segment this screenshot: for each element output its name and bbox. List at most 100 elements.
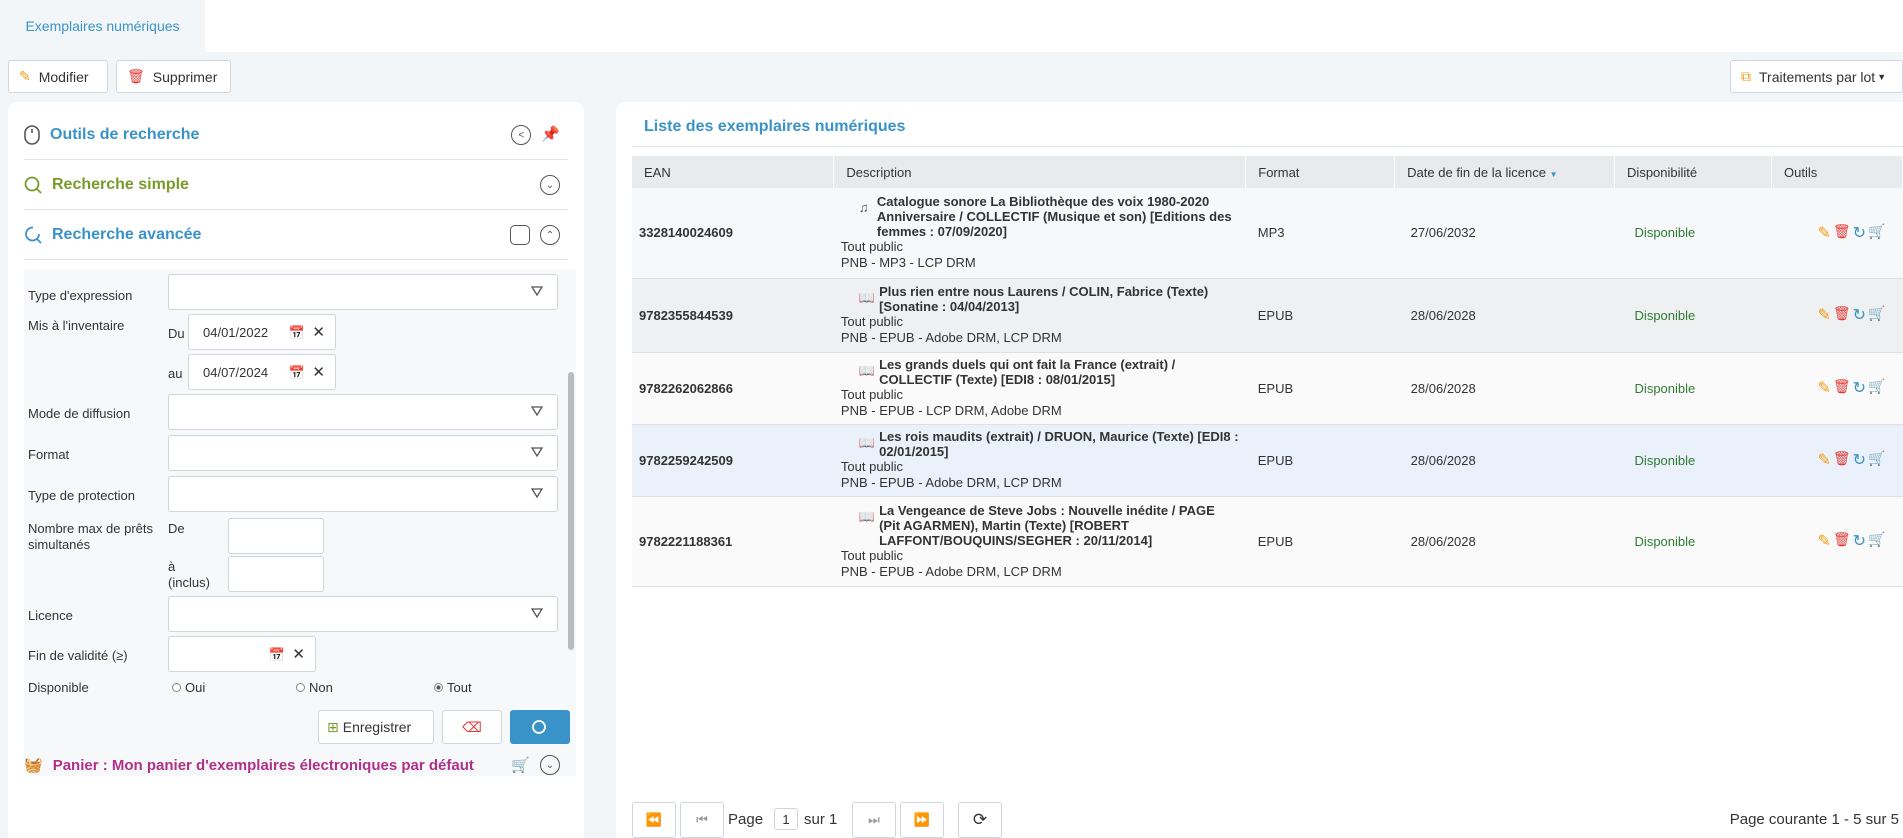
simple-search-header[interactable]: Recherche simple ⌄ [24, 160, 568, 210]
trash-icon[interactable]: 🗑 [1833, 450, 1851, 470]
results-table: EAN Description Format Date de fin de la… [632, 156, 1903, 587]
item-title[interactable]: Les rois maudits (extrait) / DRUON, Maur… [879, 429, 1239, 459]
advanced-search-title: Recherche avancée [52, 225, 202, 243]
edit-icon[interactable]: ✎ [1817, 378, 1830, 398]
edit-icon[interactable]: ✎ [1817, 450, 1830, 470]
format-select[interactable] [168, 435, 558, 471]
cart-remove-icon[interactable]: 🛒 [1868, 450, 1885, 470]
protection-select[interactable] [168, 476, 558, 512]
radio-all[interactable]: Tout [434, 680, 472, 695]
label-max-loans: Nombre max de prêts simultanés [28, 521, 153, 552]
col-description[interactable]: Description [833, 156, 1247, 188]
filter-caret-icon [531, 286, 543, 297]
first-page-button[interactable]: ⏪ [632, 802, 676, 838]
cell-description: book-icon📖La Vengeance de Steve Jobs : N… [833, 496, 1246, 587]
item-title[interactable]: Plus rien entre nous Laurens / COLIN, Fa… [879, 284, 1239, 314]
save-search-button[interactable]: ⊞ Enregistrer [318, 710, 434, 744]
basket-header[interactable]: 🧺 Panier : Mon panier d'exemplaires élec… [24, 750, 568, 780]
item-audience: Tout public [840, 387, 904, 402]
calendar-icon[interactable]: 📅 [289, 365, 305, 381]
refresh-icon[interactable]: ↻ [1853, 378, 1866, 398]
bookmark-plus-icon: ⊞ [327, 718, 339, 735]
refresh-button[interactable]: ⟳ [958, 802, 1002, 838]
trash-icon[interactable]: 🗑 [1833, 378, 1851, 398]
edit-button[interactable]: ✎ Modifier [8, 60, 108, 93]
last-page-button[interactable]: ⏩ [900, 802, 944, 838]
col-format[interactable]: Format [1245, 156, 1396, 188]
search-button[interactable] [510, 710, 570, 744]
radio-yes[interactable]: Oui [172, 680, 205, 695]
refresh-icon[interactable]: ↻ [1853, 223, 1866, 243]
table-row[interactable]: 9782355844539 book-icon📖Plus rien entre … [632, 278, 1903, 353]
advanced-search-form: Type d'expression Mis à l'inventaire Du … [24, 270, 576, 776]
inventory-to-input[interactable]: 04/07/2024 📅 ✕ [188, 354, 336, 390]
inventory-from-input[interactable]: 04/01/2022 📅 ✕ [188, 314, 336, 350]
advanced-search-header[interactable]: Recherche avancée ⌃ [24, 210, 568, 260]
save-search-icon[interactable] [510, 225, 530, 245]
trash-icon[interactable]: 🗑 [1833, 531, 1851, 551]
cell-description: music-icon♫ Catalogue sonore La Bibliothè… [833, 188, 1246, 279]
table-row[interactable]: 9782221188361 book-icon📖La Vengeance de … [632, 496, 1903, 587]
edit-icon[interactable]: ✎ [1817, 223, 1830, 243]
cart-icon[interactable]: 🛒 [511, 756, 530, 774]
batch-processing-button[interactable]: ⧉ Traitements par lot ▼ [1730, 60, 1903, 93]
table-row[interactable]: 9782259242509 book-icon📖Les rois maudits… [632, 424, 1903, 497]
clear-icon[interactable]: ✕ [312, 363, 325, 381]
trash-icon[interactable]: 🗑 [1833, 223, 1851, 243]
validity-input[interactable]: 📅 ✕ [168, 636, 316, 672]
chevron-up-icon[interactable]: ⌃ [540, 225, 560, 245]
edit-icon[interactable]: ✎ [1817, 305, 1830, 325]
cart-remove-icon[interactable]: 🛒 [1868, 531, 1885, 551]
col-availability[interactable]: Disponibilité [1614, 156, 1772, 188]
cart-remove-icon[interactable]: 🛒 [1868, 223, 1885, 243]
item-audience: Tout public [840, 314, 904, 329]
item-title[interactable]: Les grands duels qui ont fait la France … [879, 357, 1239, 387]
table-row[interactable]: 3328140024609 music-icon♫ Catalogue sonor… [632, 188, 1903, 279]
trash-icon[interactable]: 🗑 [1833, 305, 1851, 325]
prev-page-button[interactable]: ⏮ [680, 802, 724, 838]
clear-icon[interactable]: ✕ [312, 323, 325, 341]
batch-processing-label: Traitements par lot [1759, 68, 1876, 85]
max-loans-to-input[interactable] [228, 556, 324, 592]
delete-button[interactable]: 🗑 Supprimer [116, 60, 231, 93]
refresh-icon[interactable]: ↻ [1853, 531, 1866, 551]
item-audience: Tout public [840, 459, 904, 474]
cell-format: EPUB [1245, 352, 1395, 425]
book-icon: book-icon [841, 290, 855, 314]
item-title[interactable]: Catalogue sonore La Bibliothèque des voi… [877, 194, 1239, 239]
page-input[interactable]: 1 [774, 808, 798, 830]
max-loans-from-input[interactable] [228, 518, 324, 554]
filter-caret-icon [531, 406, 543, 417]
form-scrollbar[interactable] [568, 372, 574, 650]
calendar-icon[interactable]: 📅 [289, 325, 305, 341]
pin-icon[interactable]: 📌 [541, 125, 560, 145]
cart-remove-icon[interactable]: 🛒 [1868, 305, 1885, 325]
edit-icon[interactable]: ✎ [1817, 531, 1830, 551]
diffusion-select[interactable] [168, 394, 558, 430]
tab-exemplaires-numeriques[interactable]: Exemplaires numériques [0, 0, 205, 52]
chevron-down-icon[interactable]: ⌄ [540, 755, 560, 775]
col-end-date[interactable]: Date de fin de la licence ▼ [1394, 156, 1616, 188]
chevron-down-icon[interactable]: ⌄ [540, 175, 560, 195]
col-tools[interactable]: Outils [1771, 156, 1903, 188]
calendar-icon[interactable]: 📅 [269, 647, 285, 663]
basket-icon: 🧺 [24, 757, 43, 774]
licence-select[interactable] [168, 596, 558, 632]
refresh-icon[interactable]: ↻ [1853, 450, 1866, 470]
refresh-icon[interactable]: ↻ [1853, 305, 1866, 325]
collapse-left-icon[interactable]: < [511, 125, 532, 145]
search-tools-header[interactable]: Outils de recherche < 📌 [24, 110, 568, 160]
radio-no[interactable]: Non [296, 680, 333, 695]
clear-icon[interactable]: ✕ [292, 645, 305, 663]
cell-tools: ✎ 🗑 ↻ 🛒 [1771, 278, 1903, 353]
item-title[interactable]: La Vengeance de Steve Jobs : Nouvelle in… [879, 503, 1239, 548]
cart-remove-icon[interactable]: 🛒 [1868, 378, 1885, 398]
expression-select[interactable] [168, 274, 558, 310]
book-icon-glyph: 📖 [858, 290, 876, 305]
search-tools-title: Outils de recherche [50, 125, 200, 143]
col-ean[interactable]: EAN [632, 156, 835, 188]
cell-availability: Disponible [1614, 188, 1772, 279]
table-row[interactable]: 9782262062866 book-icon📖Les grands duels… [632, 352, 1903, 425]
reset-button[interactable]: ⌫ [442, 710, 502, 744]
next-page-button[interactable]: ⏭ [852, 802, 896, 838]
